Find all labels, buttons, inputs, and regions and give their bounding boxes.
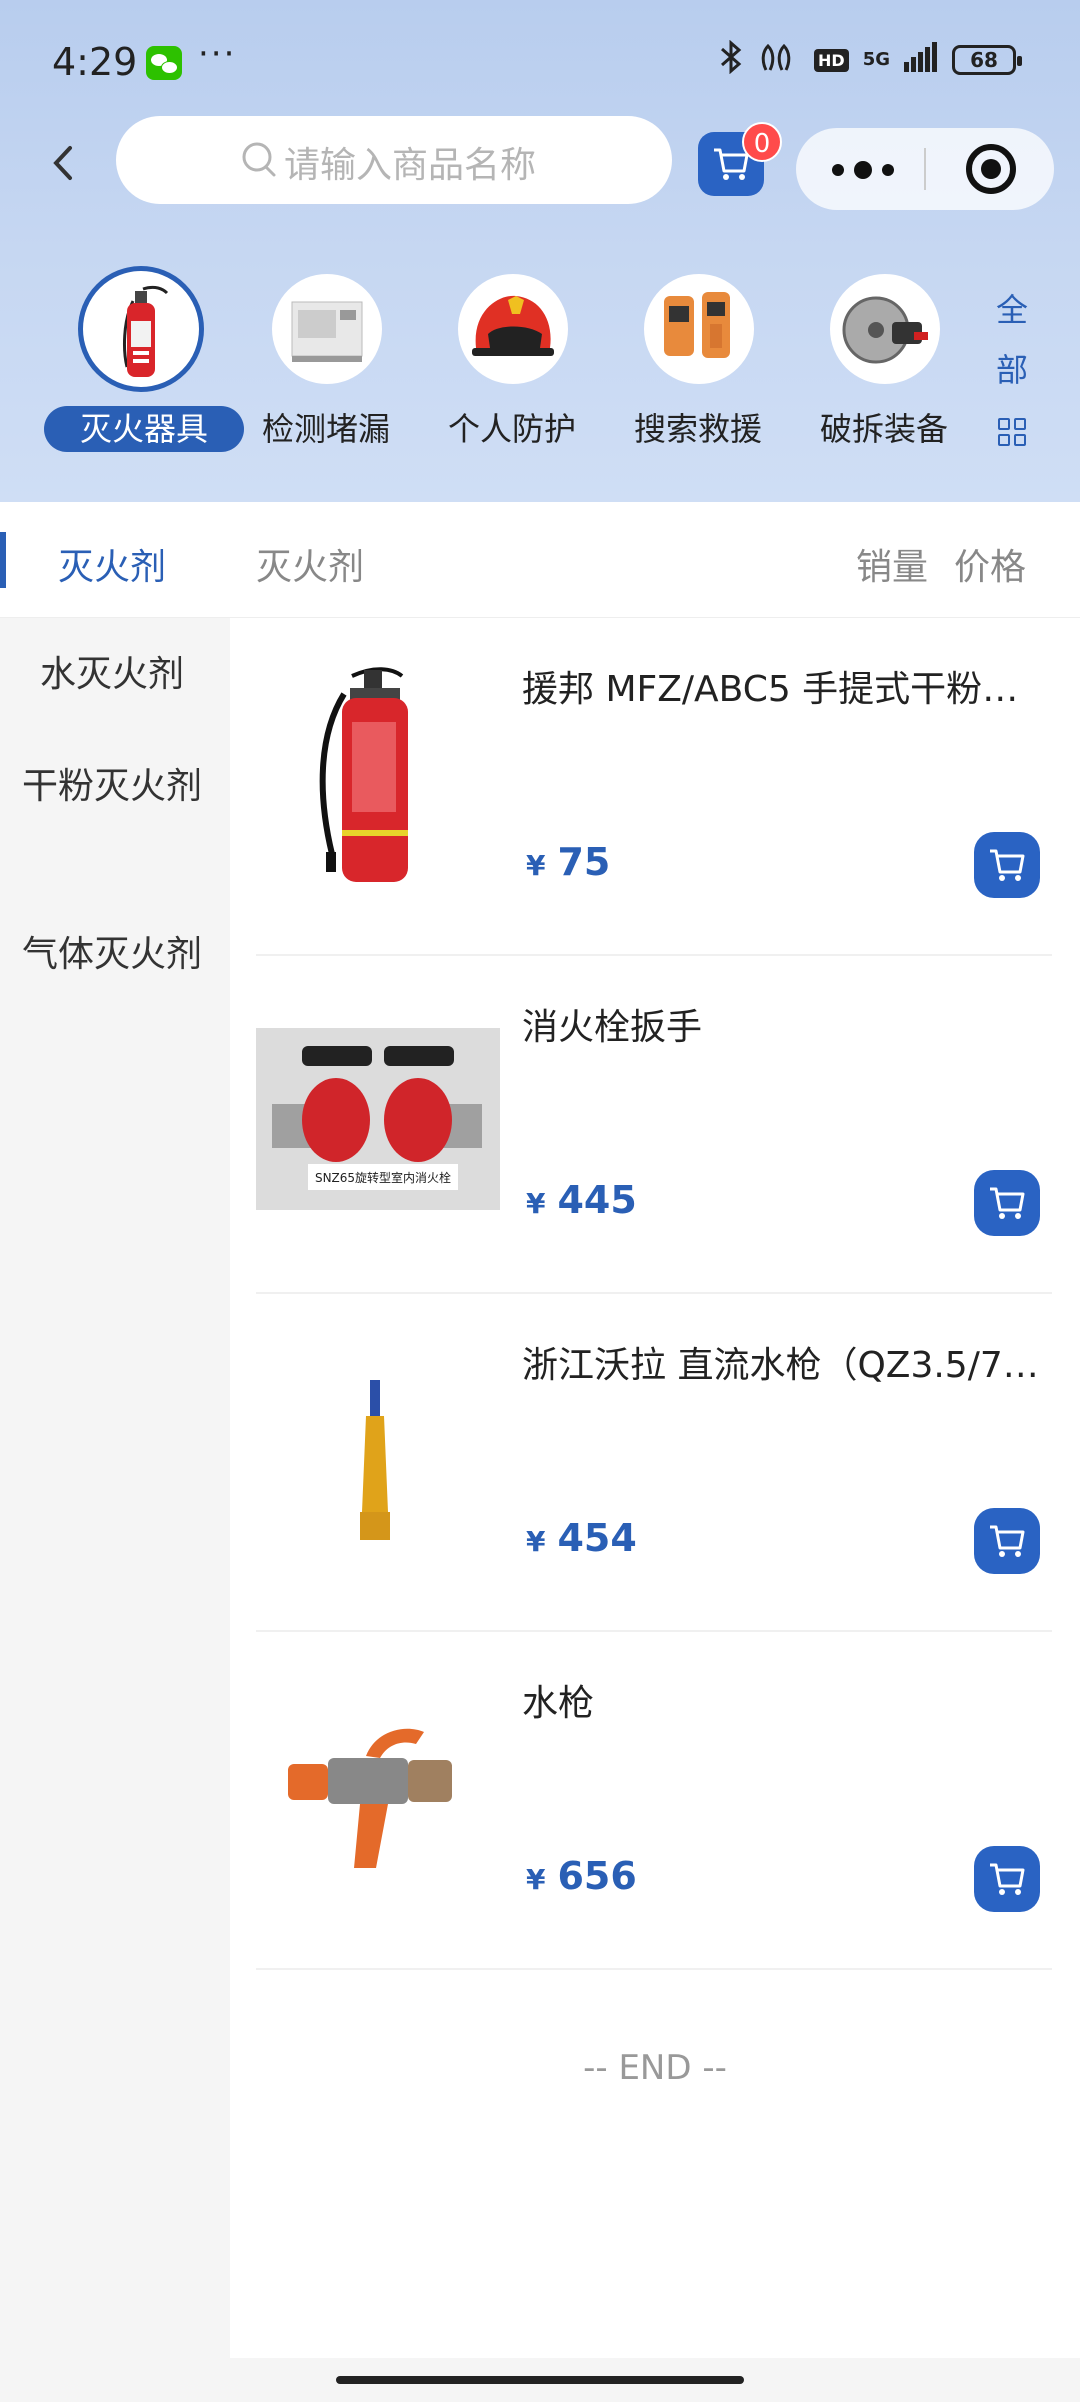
category-bar: 灭火器具 检测堵漏 个人防护 搜索救援 破拆装备 全 部 xyxy=(0,266,1080,460)
cart-icon xyxy=(990,1525,1025,1557)
chevron-left-icon xyxy=(53,146,72,180)
product-image: SNZ65旋转型室内消火栓 xyxy=(256,984,500,1228)
detector-icon xyxy=(272,274,382,384)
category-label: 个人防护 xyxy=(447,410,576,448)
product-name: 水枪 xyxy=(522,1683,595,1724)
sidebar: 水灭火剂 干粉灭火剂 气体灭火剂 xyxy=(0,618,230,2358)
helmet-icon xyxy=(458,274,568,384)
cart-icon xyxy=(990,1187,1025,1219)
category-leak-detection[interactable]: 检测堵漏 xyxy=(236,270,416,460)
category-demolition[interactable]: 破拆装备 xyxy=(794,270,974,460)
category-label: 搜索救援 xyxy=(633,410,762,448)
tab-indicator xyxy=(0,532,6,588)
category-personal-protection[interactable]: 个人防护 xyxy=(422,270,602,460)
nav-bar: 请输入商品名称 0 xyxy=(0,112,1080,212)
more-icon[interactable] xyxy=(830,156,900,182)
fire-extinguisher-icon xyxy=(78,266,204,392)
back-button[interactable] xyxy=(44,138,88,188)
tab-active[interactable]: 灭火剂 xyxy=(58,538,166,590)
add-to-cart-button[interactable] xyxy=(974,1508,1040,1574)
miniprogram-capsule xyxy=(796,128,1054,210)
capsule-divider xyxy=(924,148,926,190)
product-image xyxy=(256,1660,500,1904)
sidebar-item-water[interactable]: 水灭火剂 xyxy=(40,640,230,710)
category-label: 检测堵漏 xyxy=(261,410,390,448)
product-price: ¥454 xyxy=(526,1516,637,1560)
add-to-cart-button[interactable] xyxy=(974,1170,1040,1236)
sort-by-price[interactable]: 价格 xyxy=(954,538,1026,590)
sidebar-item-powder[interactable]: 干粉灭火剂 xyxy=(22,752,212,822)
product-card[interactable]: 浙江沃拉 直流水枪（QZ3.5/7.5） ¥454 xyxy=(256,1294,1052,1632)
saw-icon xyxy=(830,274,940,384)
sub-tab-bar: 灭火剂 灭火剂 销量 价格 xyxy=(0,502,1080,618)
search-icon xyxy=(240,140,280,180)
product-name: 消火栓扳手 xyxy=(522,1007,703,1048)
close-miniprogram-icon[interactable] xyxy=(966,144,1016,194)
tab-inactive[interactable]: 灭火剂 xyxy=(256,538,364,590)
search-input[interactable]: 请输入商品名称 xyxy=(116,116,672,204)
status-more-dots: ··· xyxy=(198,34,237,74)
status-bar: 4:29 ··· HD 5G 68 xyxy=(0,0,1080,130)
product-price: ¥656 xyxy=(526,1854,637,1898)
category-fire-extinguishing[interactable]: 灭火器具 xyxy=(44,266,244,460)
cart-icon xyxy=(990,1863,1025,1895)
product-price: ¥75 xyxy=(526,840,611,884)
status-time: 4:29 xyxy=(52,40,138,84)
bluetooth-icon xyxy=(716,39,746,80)
category-label: 灭火器具 xyxy=(44,406,244,452)
5g-indicator: 5G xyxy=(862,49,890,70)
all-label-1: 全 xyxy=(995,291,1028,329)
product-price: ¥445 xyxy=(526,1178,637,1222)
product-image xyxy=(256,1322,500,1566)
wechat-icon xyxy=(146,46,182,80)
product-name: 援邦 MFZ/ABC5 手提式干粉灭火器 xyxy=(522,669,1042,710)
category-label: 破拆装备 xyxy=(819,410,948,448)
product-card[interactable]: 援邦 MFZ/ABC5 手提式干粉灭火器 ¥75 xyxy=(256,618,1052,956)
product-image xyxy=(256,646,500,890)
product-list: 援邦 MFZ/ABC5 手提式干粉灭火器 ¥75 SNZ65旋转型室内消火栓 消… xyxy=(230,618,1080,2358)
battery-indicator: 68 xyxy=(952,45,1022,75)
vibrate-icon xyxy=(760,42,800,78)
all-categories-button[interactable]: 全 部 xyxy=(988,280,1036,446)
add-to-cart-button[interactable] xyxy=(974,1846,1040,1912)
sidebar-item-gas[interactable]: 气体灭火剂 xyxy=(22,920,212,990)
cart-count-badge: 0 xyxy=(742,122,782,162)
category-search-rescue[interactable]: 搜索救援 xyxy=(608,270,788,460)
add-to-cart-button[interactable] xyxy=(974,832,1040,898)
cart-icon xyxy=(990,849,1025,881)
svg-text:SNZ65旋转型室内消火栓: SNZ65旋转型室内消火栓 xyxy=(315,1170,451,1185)
all-label-2: 部 xyxy=(995,351,1028,389)
hd-badge: HD xyxy=(814,48,849,72)
grid-icon xyxy=(998,418,1026,446)
home-indicator[interactable] xyxy=(336,2376,744,2384)
header: 4:29 ··· HD 5G 68 请输入商品名称 0 灭火器具 检测堵漏 个人… xyxy=(0,0,1080,502)
signal-icon xyxy=(904,42,938,78)
list-end-marker: -- END -- xyxy=(583,2048,727,2088)
product-name: 浙江沃拉 直流水枪（QZ3.5/7.5） xyxy=(522,1345,1042,1386)
product-card[interactable]: 水枪 ¥656 xyxy=(256,1632,1052,1970)
search-placeholder: 请输入商品名称 xyxy=(284,145,537,186)
sort-by-sales[interactable]: 销量 xyxy=(856,538,928,590)
product-card[interactable]: SNZ65旋转型室内消火栓 消火栓扳手 ¥445 xyxy=(256,956,1052,1294)
rescue-device-icon xyxy=(644,274,754,384)
